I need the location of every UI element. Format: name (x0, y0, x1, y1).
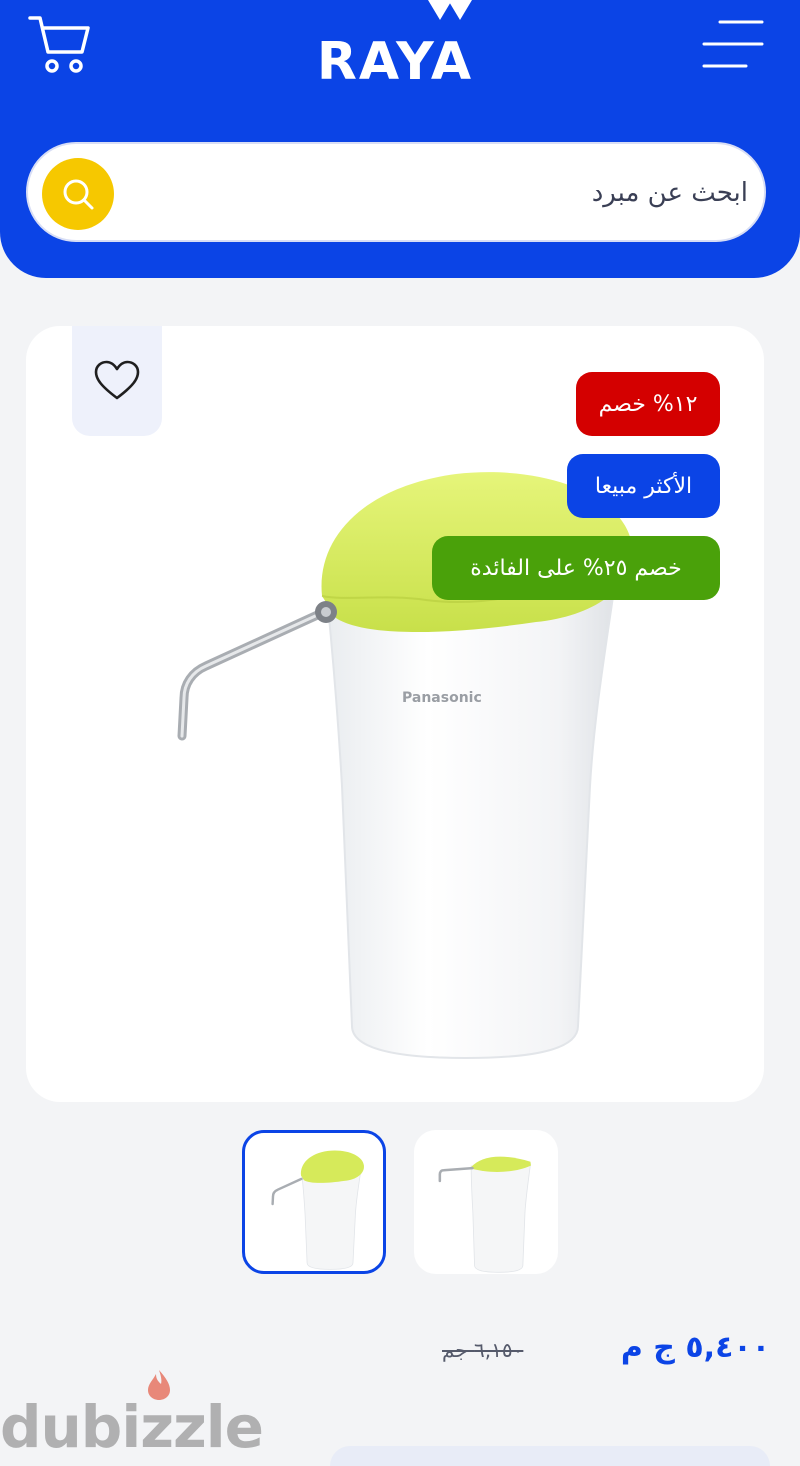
old-price: ٦,١٥٠ جم (442, 1338, 524, 1362)
best-seller-badge: الأكثر مبيعا (567, 454, 720, 518)
site-header: RAYA (0, 0, 800, 278)
price-row: ٦,١٥٠ جم ٥,٤٠٠ ج م (440, 1330, 770, 1380)
interest-discount-badge: خصم ٢٥% على الفائدة (432, 536, 720, 600)
discount-badge: ١٢% خصم (576, 372, 720, 436)
search-button[interactable] (42, 158, 114, 230)
cart-icon[interactable] (26, 12, 92, 76)
product-brand-text: Panasonic (402, 690, 482, 706)
thumbnail-1[interactable] (242, 1130, 386, 1274)
watermark-text: dubizzle (0, 1393, 264, 1461)
logo-text: RAYA (316, 32, 474, 92)
thumbnail-image (271, 1150, 364, 1270)
search-icon (63, 179, 94, 210)
search-input[interactable] (148, 164, 748, 222)
watermark: dubizzle (0, 1370, 330, 1462)
flame-icon (148, 1370, 170, 1400)
product-card: Panasonic ١٢% خصم الأكثر مبيعا خصم ٢٥% ع… (26, 326, 764, 1102)
raya-logo[interactable]: RAYA (300, 0, 490, 92)
search-bar (26, 142, 766, 242)
bottom-panel (330, 1446, 770, 1466)
current-price: ٥,٤٠٠ ج م (620, 1330, 770, 1365)
thumbnail-2[interactable] (414, 1130, 558, 1274)
hamburger-menu-icon[interactable] (700, 18, 766, 70)
thumbnail-image (438, 1156, 531, 1273)
